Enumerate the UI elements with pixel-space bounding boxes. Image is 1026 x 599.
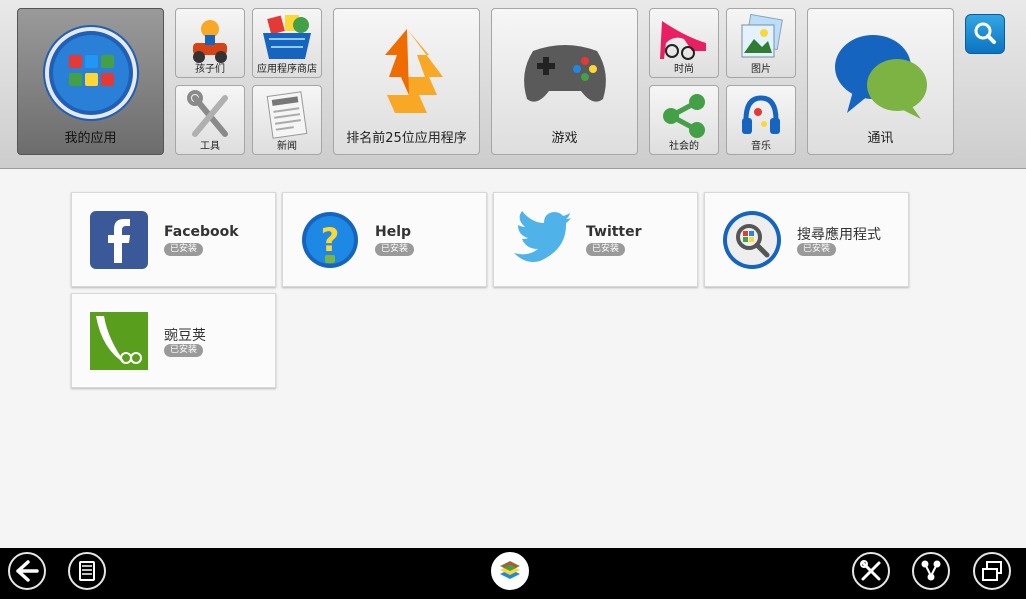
installed-badge: 已安装	[586, 243, 626, 256]
wandoujia-icon	[90, 312, 148, 370]
bottom-navigation-bar	[0, 548, 1026, 599]
headphones-icon	[742, 95, 780, 134]
facebook-icon	[90, 211, 148, 269]
tab-tools[interactable]: 工具	[175, 85, 245, 155]
menu-button[interactable]	[68, 552, 106, 590]
tab-tools-label: 工具	[200, 141, 220, 152]
tab-my-apps[interactable]: 我的应用	[17, 8, 164, 155]
wrench-screwdriver-icon	[187, 90, 228, 137]
gamepad-icon	[523, 45, 606, 102]
tab-communication-label: 通讯	[867, 131, 894, 146]
home-button[interactable]	[491, 552, 529, 590]
my-apps-icon	[42, 25, 139, 121]
back-button[interactable]	[8, 552, 46, 590]
app-card-app-search[interactable]: 搜尋應用程式 已安裝	[704, 192, 909, 287]
photo-icon	[741, 13, 783, 58]
app-name: Facebook	[164, 224, 239, 240]
installed-badge: 已安裝	[797, 243, 837, 256]
tab-fashion[interactable]: 时尚	[649, 8, 719, 78]
tab-top25[interactable]: 排名前25位应用程序	[333, 8, 480, 155]
tab-fashion-label: 时尚	[674, 64, 694, 75]
app-basket-icon	[263, 15, 311, 59]
tab-pictures[interactable]: 图片	[726, 8, 796, 78]
menu-icon	[79, 561, 95, 581]
share-button[interactable]	[912, 552, 950, 590]
tab-games-label: 游戏	[551, 131, 578, 146]
toy-car-icon	[193, 20, 227, 63]
high-heel-icon	[660, 21, 706, 60]
app-card-twitter[interactable]: Twitter 已安装	[493, 192, 698, 287]
tab-social-label: 社会的	[669, 141, 699, 152]
app-name: Help	[375, 224, 412, 240]
window-mode-button[interactable]	[973, 552, 1011, 590]
twitter-icon	[514, 211, 571, 262]
tab-music[interactable]: 音乐	[726, 85, 796, 155]
tab-app-store[interactable]: 应用程序商店	[252, 8, 322, 78]
tab-top25-label: 排名前25位应用程序	[346, 131, 467, 146]
tab-news-label: 新闻	[277, 141, 297, 152]
tools-icon	[860, 560, 881, 581]
app-name: 搜尋應用程式	[797, 227, 881, 243]
tab-pictures-label: 图片	[751, 64, 771, 75]
window-mode-icon	[982, 561, 1002, 581]
back-arrow-icon	[16, 560, 39, 582]
search-button[interactable]	[965, 14, 1005, 54]
bluestacks-logo	[500, 561, 520, 579]
installed-badge: 已安装	[164, 344, 204, 357]
help-icon: ?	[302, 212, 358, 268]
share-icon	[921, 560, 941, 581]
top-chart-arrow-icon	[384, 29, 443, 113]
app-search-icon	[723, 211, 781, 269]
app-card-facebook[interactable]: Facebook 已安装	[71, 192, 276, 287]
tab-app-store-label: 应用程序商店	[257, 64, 317, 75]
installed-badge: 已安装	[164, 243, 204, 256]
category-bar: 我的应用 孩子们 工具 应用程序商店 新闻 排名前25位应用程序 游戏 时尚 社…	[0, 0, 1026, 169]
chat-bubbles-icon	[834, 35, 927, 119]
social-share-icon	[663, 94, 705, 138]
tab-communication[interactable]: 通讯	[807, 8, 954, 155]
app-name: Twitter	[586, 224, 642, 240]
installed-badge: 已安装	[375, 243, 415, 256]
svg-text:?: ?	[321, 221, 340, 259]
search-icon	[974, 22, 996, 44]
tab-social[interactable]: 社会的	[649, 85, 719, 155]
tab-kids[interactable]: 孩子们	[175, 8, 245, 78]
app-name: 豌豆荚	[164, 328, 206, 344]
settings-button[interactable]	[852, 552, 890, 590]
tab-my-apps-label: 我的应用	[64, 131, 117, 146]
tab-music-label: 音乐	[751, 141, 771, 152]
tab-news[interactable]: 新闻	[252, 85, 322, 155]
newspaper-icon	[266, 91, 308, 139]
tab-games[interactable]: 游戏	[491, 8, 638, 155]
tab-kids-label: 孩子们	[195, 64, 225, 75]
app-card-help[interactable]: ? Help 已安装	[282, 192, 487, 287]
app-card-wandoujia[interactable]: 豌豆荚 已安装	[71, 293, 276, 388]
